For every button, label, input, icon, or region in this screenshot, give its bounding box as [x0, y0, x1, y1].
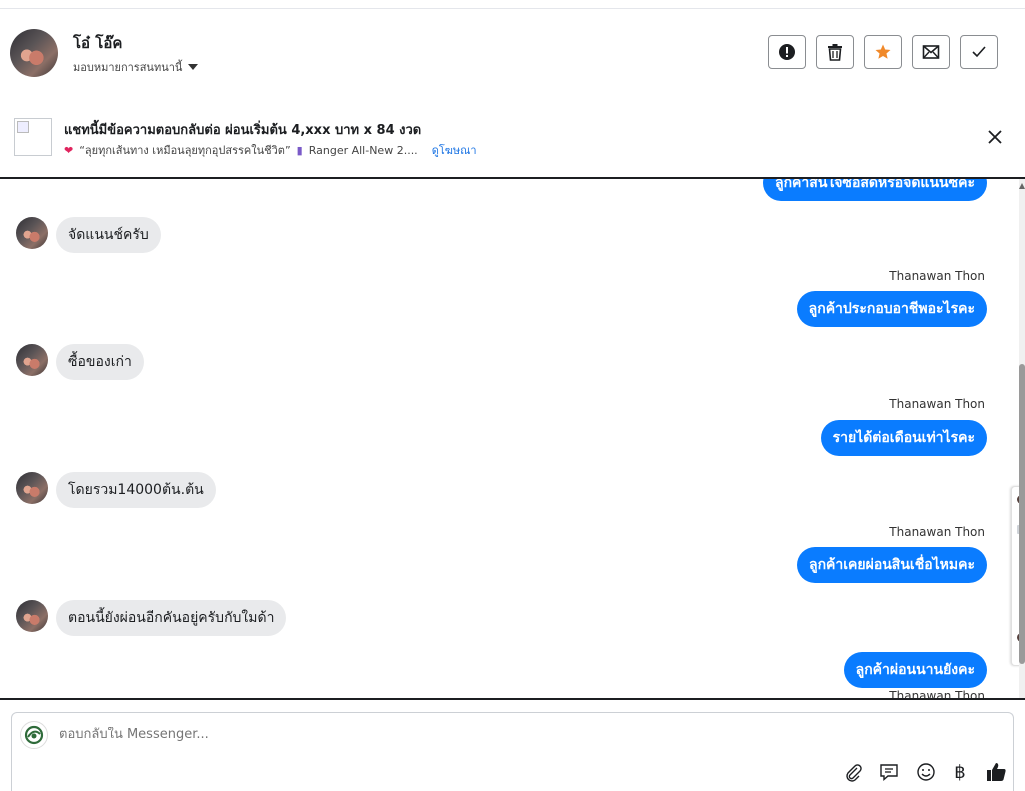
- conversation-header: โอ๋ โอ๊ค มอบหมายการสนทนานี้: [0, 8, 1025, 99]
- user-name[interactable]: โอ๋ โอ๊ค: [73, 31, 122, 55]
- baht-payment-icon: ฿: [954, 761, 966, 783]
- check-icon: [972, 46, 986, 58]
- reply-input[interactable]: [59, 727, 659, 742]
- message-incoming[interactable]: ซื้อของเก่า: [56, 344, 144, 380]
- mark-done-button[interactable]: [960, 35, 998, 69]
- scroll-up-arrow-icon[interactable]: [1019, 183, 1025, 189]
- emoji-icon: [917, 763, 935, 781]
- ad-thumbnail-image[interactable]: [14, 118, 52, 156]
- sender-name: Thanawan Thon: [889, 689, 985, 698]
- close-ad-button[interactable]: [984, 126, 1006, 148]
- message-incoming[interactable]: ตอนนี้ยังผ่อนอีกคันอยู่ครับกับใมด้า: [56, 600, 287, 636]
- message-incoming[interactable]: จัดแนนช์ครับ: [56, 217, 161, 253]
- mark-spam-button[interactable]: [768, 35, 806, 69]
- message-outgoing[interactable]: ลูกค้าประกอบอาชีพอะไรคะ: [796, 291, 987, 327]
- page-logo-icon: [24, 725, 44, 745]
- chat-scrollbar[interactable]: [1019, 179, 1025, 698]
- envelope-icon: [922, 45, 940, 59]
- mark-unread-button[interactable]: [912, 35, 950, 69]
- composer-divider: [0, 698, 1025, 700]
- thumbs-up-icon: [987, 763, 1006, 781]
- customer-avatar[interactable]: [16, 217, 48, 249]
- saved-reply-icon: [880, 764, 898, 782]
- message-outgoing[interactable]: ลูกค้าผ่อนนานยังคะ: [843, 652, 987, 688]
- payment-button[interactable]: ฿: [949, 761, 971, 783]
- trash-icon: [828, 44, 842, 61]
- message-thread[interactable]: ลูกค้าสนใจซื้อสดหรือจัดแนนซ์คะ จัดแนนช์ค…: [0, 179, 1025, 698]
- customer-avatar[interactable]: [16, 344, 48, 376]
- view-ad-link[interactable]: ดูโฆษณา: [432, 141, 477, 159]
- exclamation-icon: [779, 44, 795, 60]
- message-outgoing[interactable]: รายได้ต่อเดือนเท่าไรคะ: [820, 420, 987, 456]
- car-icon: ▮: [296, 143, 303, 157]
- star-button[interactable]: [864, 35, 902, 69]
- sender-name: Thanawan Thon: [889, 525, 985, 539]
- ad-subtitle-text-2: Ranger All-New 2....: [308, 143, 418, 157]
- saved-reply-button[interactable]: [878, 761, 900, 783]
- message-incoming[interactable]: โดยรวม14000ต้น.ต้น: [56, 472, 216, 508]
- ad-title: แชทนี้มีข้อความตอบกลับต่อ ผ่อนเริ่มต้น 4…: [64, 123, 422, 138]
- heart-icon: ❤: [64, 143, 74, 157]
- sender-name: Thanawan Thon: [889, 397, 985, 411]
- customer-avatar[interactable]: [16, 600, 48, 632]
- emoji-button[interactable]: [915, 761, 937, 783]
- user-avatar[interactable]: [10, 29, 58, 77]
- ad-subtitle: ❤ “ลุยทุกเส้นทาง เหมือนลุยทุกอุปสรรคในชี…: [64, 141, 477, 159]
- delete-button[interactable]: [816, 35, 854, 69]
- scrollbar-thumb[interactable]: [1019, 364, 1025, 664]
- close-icon: [988, 130, 1002, 144]
- star-icon: [875, 44, 891, 59]
- message-outgoing[interactable]: ลูกค้าเคยผ่อนสินเชื่อไหมคะ: [796, 547, 987, 583]
- ad-banner: แชทนี้มีข้อความตอบกลับต่อ ผ่อนเริ่มต้น 4…: [0, 98, 1025, 179]
- assign-conversation-dropdown[interactable]: มอบหมายการสนทนานี้: [73, 58, 199, 76]
- ad-subtitle-text: “ลุยทุกเส้นทาง เหมือนลุยทุกอุปสรรคในชีวิ…: [79, 144, 291, 157]
- caret-down-icon: [188, 64, 199, 70]
- like-button[interactable]: [986, 761, 1008, 783]
- customer-avatar[interactable]: [16, 472, 48, 504]
- assign-label: มอบหมายการสนทนานี้: [73, 61, 183, 74]
- attachment-button[interactable]: [842, 761, 864, 783]
- page-avatar[interactable]: [20, 721, 48, 749]
- sender-name: Thanawan Thon: [889, 269, 985, 283]
- reply-composer: ฿: [11, 712, 1014, 791]
- message-outgoing[interactable]: ลูกค้าสนใจซื้อสดหรือจัดแนนซ์คะ: [763, 179, 987, 201]
- attachment-icon: [846, 764, 862, 782]
